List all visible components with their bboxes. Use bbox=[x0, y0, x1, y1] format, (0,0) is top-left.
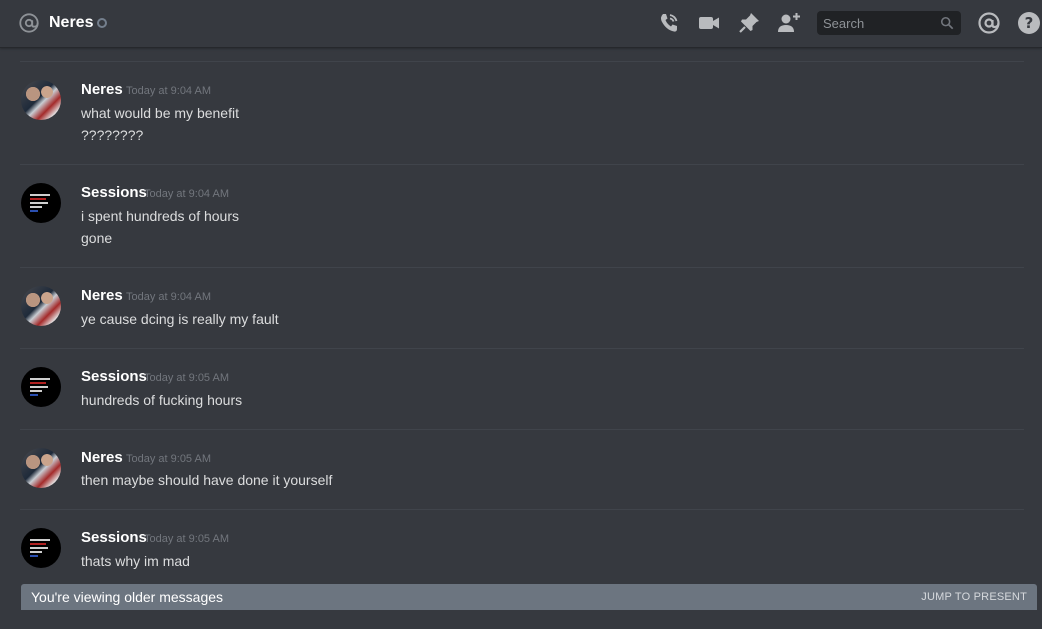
message-text: hundreds of fucking hours bbox=[81, 392, 243, 408]
divider bbox=[20, 348, 1024, 349]
channel-title: Neres bbox=[49, 14, 94, 31]
mentions-icon[interactable] bbox=[977, 11, 1001, 35]
channel-header: Neres ? bbox=[0, 0, 1042, 48]
message-author[interactable]: Sessions bbox=[81, 368, 147, 386]
message-timestamp: Today at 9:05 AM bbox=[144, 533, 229, 545]
video-icon[interactable] bbox=[697, 11, 721, 35]
older-messages-text: You're viewing older messages bbox=[31, 589, 224, 605]
jump-to-present-button[interactable]: JUMP TO PRESENT bbox=[921, 590, 1027, 604]
status-indicator bbox=[97, 18, 107, 28]
message-author[interactable]: Neres bbox=[81, 81, 123, 99]
message-text: ye cause dcing is really my fault bbox=[81, 311, 279, 327]
message-author[interactable]: Sessions bbox=[81, 184, 147, 202]
divider bbox=[20, 429, 1024, 430]
search-box[interactable] bbox=[817, 11, 961, 35]
message-timestamp: Today at 9:05 AM bbox=[126, 453, 211, 465]
divider bbox=[20, 61, 1024, 62]
message-author[interactable]: Neres bbox=[81, 287, 123, 305]
message-author[interactable]: Sessions bbox=[81, 529, 147, 547]
message-text: ???????? bbox=[81, 127, 144, 143]
message-text: thats why im mad bbox=[81, 553, 190, 569]
search-icon[interactable] bbox=[940, 16, 954, 30]
search-input[interactable] bbox=[817, 11, 937, 35]
avatar[interactable] bbox=[21, 448, 61, 488]
message-text: then maybe should have done it yourself bbox=[81, 472, 333, 488]
older-messages-bar[interactable]: You're viewing older messages JUMP TO PR… bbox=[21, 584, 1037, 610]
divider bbox=[20, 164, 1024, 165]
message-list: Neres Today at 9:04 AM what would be my … bbox=[0, 48, 1042, 584]
avatar[interactable] bbox=[21, 80, 61, 120]
avatar[interactable] bbox=[21, 286, 61, 326]
message-text: gone bbox=[81, 230, 113, 246]
message-timestamp: Today at 9:04 AM bbox=[126, 85, 211, 97]
call-icon[interactable] bbox=[657, 11, 681, 35]
avatar[interactable] bbox=[21, 367, 61, 407]
at-icon bbox=[19, 13, 39, 33]
pin-icon[interactable] bbox=[737, 11, 761, 35]
message-text: i spent hundreds of hours bbox=[81, 208, 239, 224]
divider bbox=[20, 267, 1024, 268]
add-friend-icon[interactable] bbox=[777, 11, 801, 35]
message-author[interactable]: Neres bbox=[81, 449, 123, 467]
message-timestamp: Today at 9:05 AM bbox=[144, 372, 229, 384]
avatar[interactable] bbox=[21, 183, 61, 223]
message-timestamp: Today at 9:04 AM bbox=[126, 291, 211, 303]
message-text: what would be my benefit bbox=[81, 105, 239, 121]
svg-text:?: ? bbox=[1025, 14, 1034, 32]
message-timestamp: Today at 9:04 AM bbox=[144, 188, 229, 200]
help-icon[interactable]: ? bbox=[1017, 11, 1041, 35]
divider bbox=[20, 509, 1024, 510]
avatar[interactable] bbox=[21, 528, 61, 568]
